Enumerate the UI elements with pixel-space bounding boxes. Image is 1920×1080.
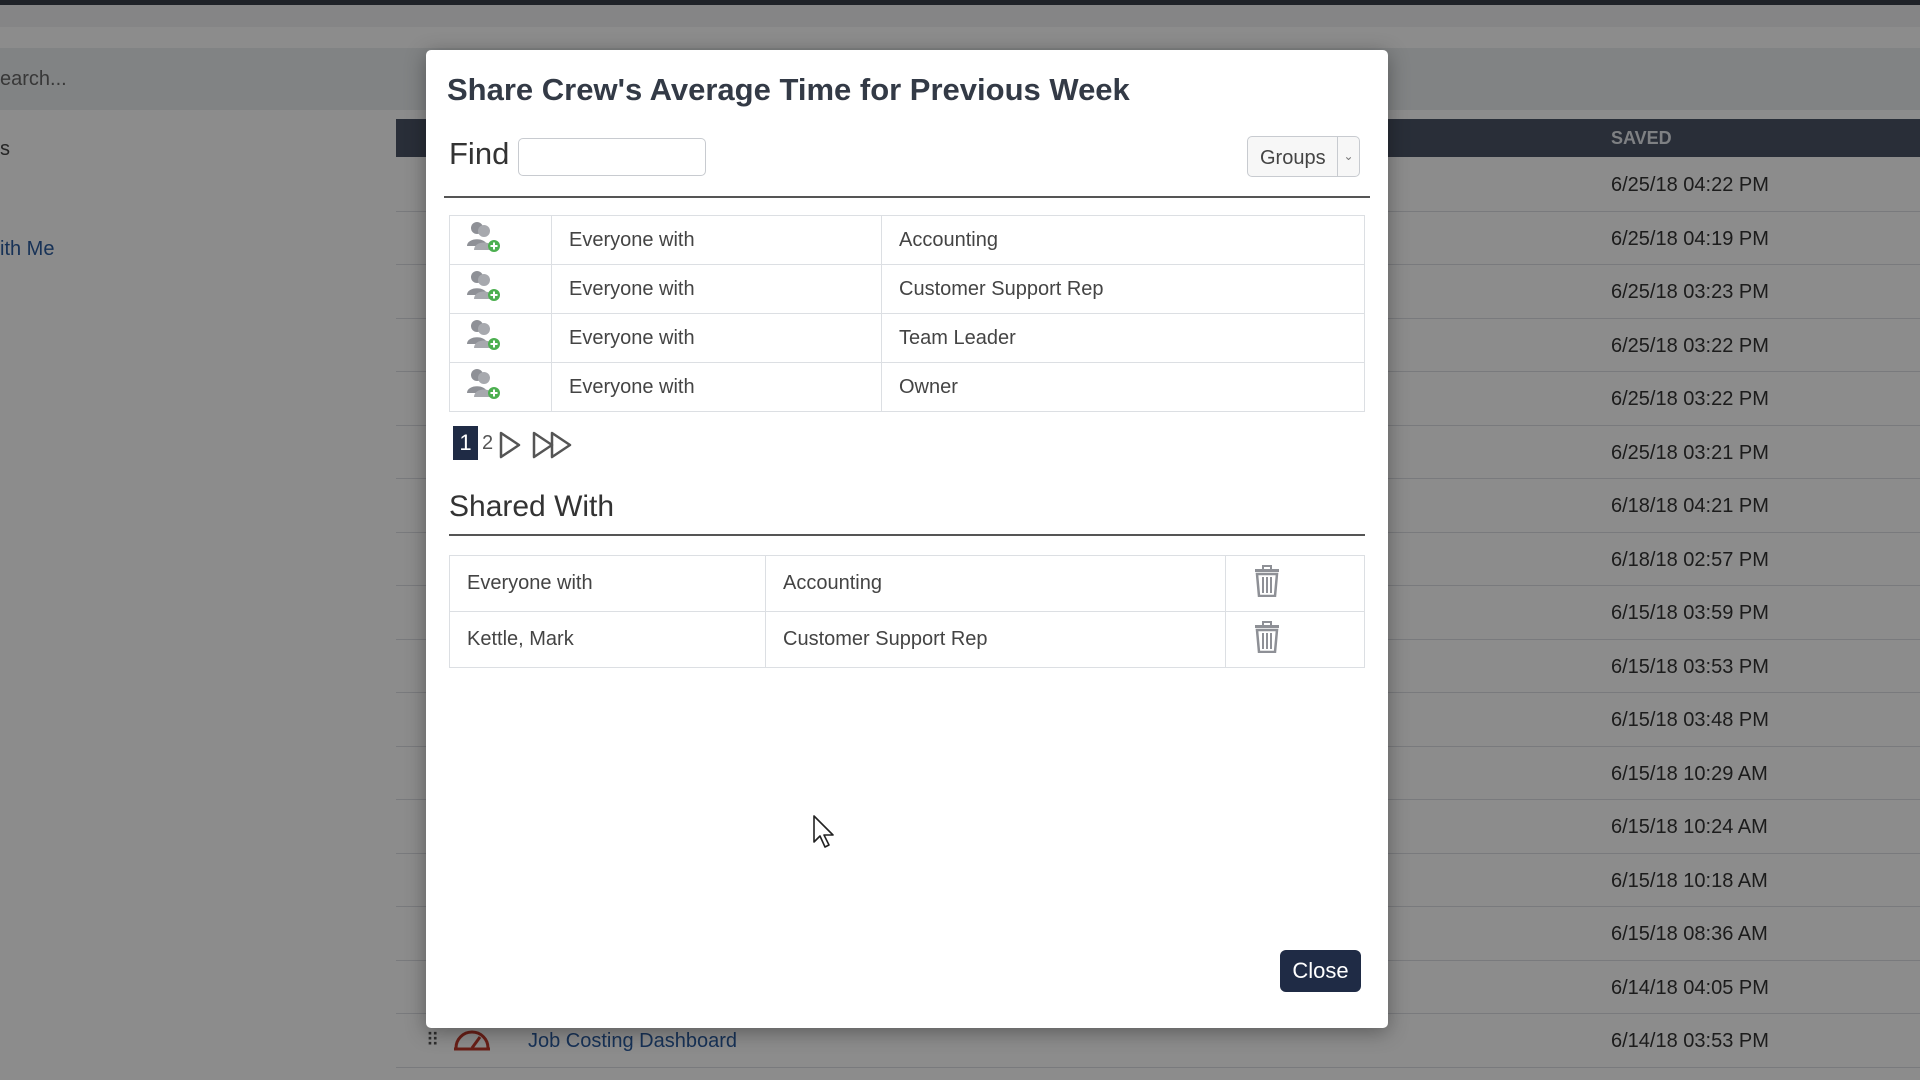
share-dialog: Share Crew's Average Time for Previous W… [426,50,1388,1028]
result-scope: Everyone with [551,264,882,314]
groups-dropdown[interactable]: Groups ⌄ [1247,136,1360,177]
find-label: Find [449,136,510,171]
shared-scope: Everyone with [449,555,766,612]
find-results-table: Everyone with Accounting Everyone with Cust… [449,215,1365,412]
result-role: Accounting [881,215,1365,265]
result-role: Customer Support Rep [881,264,1365,314]
find-result-row[interactable]: Everyone with Owner [449,362,1365,412]
add-user-icon[interactable] [449,362,552,412]
shared-with-heading: Shared With [449,490,615,523]
result-role: Team Leader [881,313,1365,363]
find-result-row[interactable]: Everyone with Customer Support Rep [449,264,1365,314]
next-page-icon[interactable] [498,430,522,460]
add-user-icon[interactable] [449,313,552,363]
find-input[interactable] [518,138,706,176]
close-button[interactable]: Close [1280,950,1361,992]
trash-icon[interactable] [1225,611,1365,668]
page-1-current[interactable]: 1 [453,426,478,460]
shared-with-table: Everyone with Accounting Kettle, Mark Custo… [449,555,1365,668]
shared-scope: Kettle, Mark [449,611,766,668]
shared-with-row: Kettle, Mark Customer Support Rep [449,611,1365,668]
result-scope: Everyone with [551,362,882,412]
shared-with-divider [449,534,1365,536]
groups-dropdown-value: Groups [1260,147,1326,169]
add-user-icon[interactable] [449,264,552,314]
trash-icon[interactable] [1225,555,1365,612]
find-result-row[interactable]: Everyone with Accounting [449,215,1365,265]
last-page-icon[interactable] [531,430,575,460]
mouse-cursor-icon [813,815,834,848]
dialog-title: Share Crew's Average Time for Previous W… [447,72,1130,107]
find-result-row[interactable]: Everyone with Team Leader [449,313,1365,363]
page-2-link[interactable]: 2 [482,432,493,455]
chevron-down-icon[interactable]: ⌄ [1337,137,1359,176]
find-divider [444,196,1370,198]
result-scope: Everyone with [551,215,882,265]
result-scope: Everyone with [551,313,882,363]
add-user-icon[interactable] [449,215,552,265]
shared-role: Customer Support Rep [765,611,1226,668]
result-role: Owner [881,362,1365,412]
shared-role: Accounting [765,555,1226,612]
shared-with-row: Everyone with Accounting [449,555,1365,612]
